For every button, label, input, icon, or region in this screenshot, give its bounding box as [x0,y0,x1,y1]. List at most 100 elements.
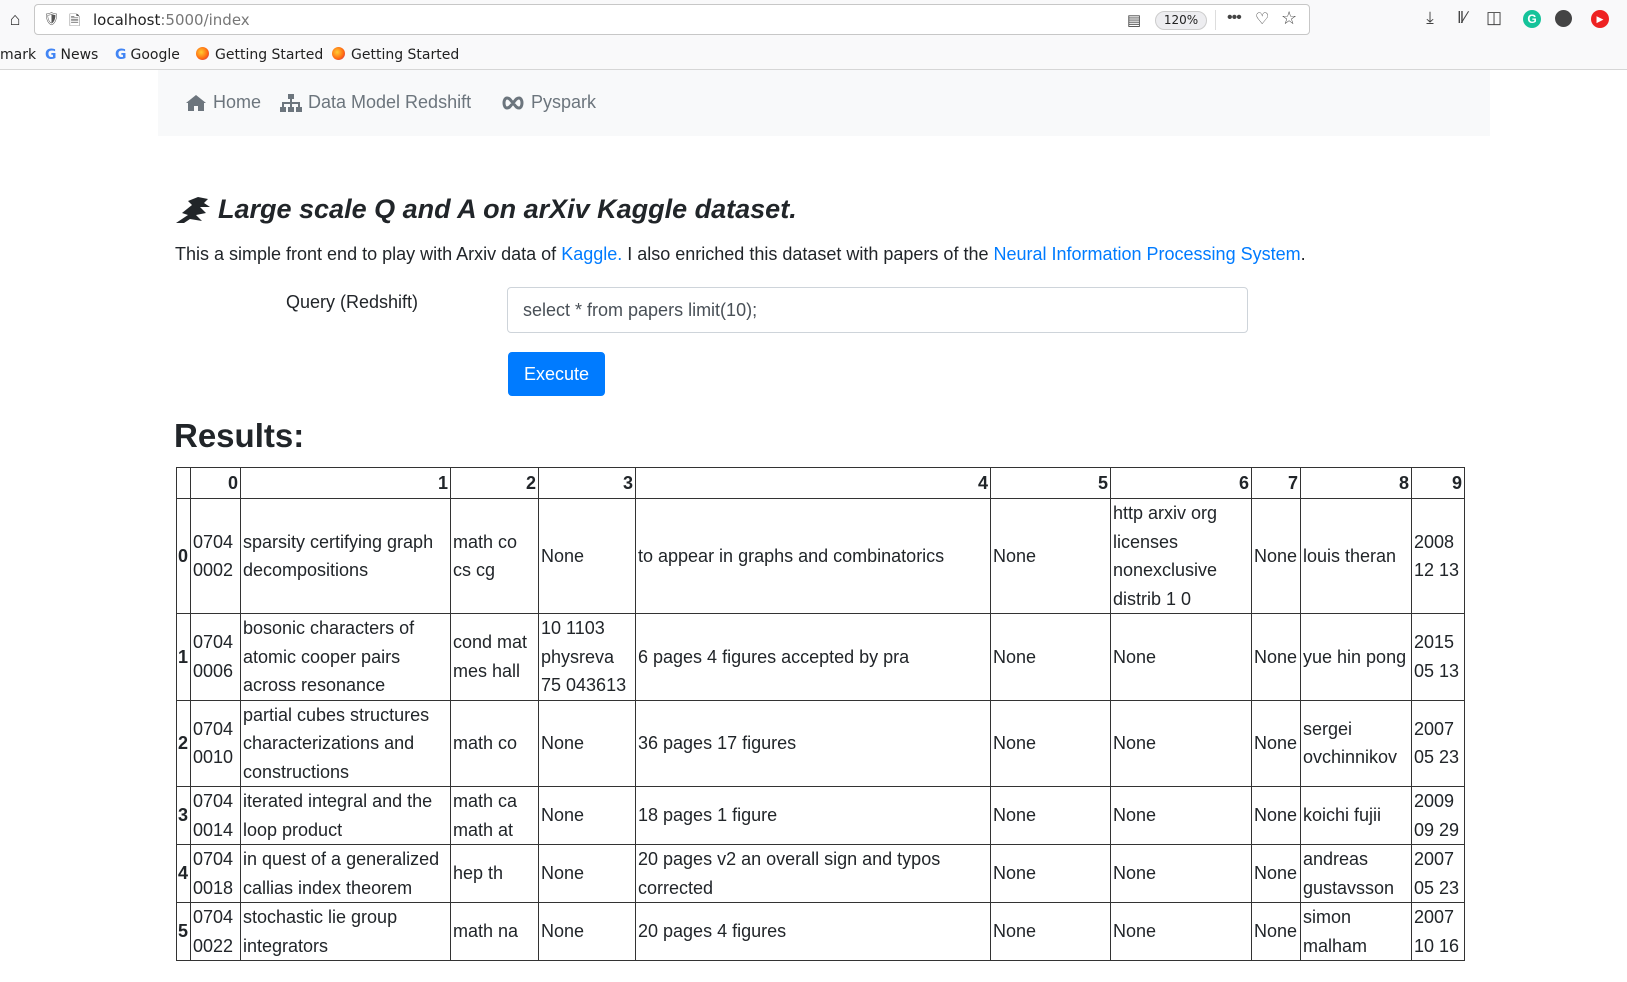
table-cell: 2008 12 13 [1411,498,1465,614]
row-index: 4 [176,844,191,903]
column-header: 6 [1110,467,1252,499]
table-cell: None [990,699,1111,787]
shield-icon[interactable]: 🛡 [43,11,60,27]
table-cell: sparsity certifying graph decompositions [240,498,451,614]
table-cell: 18 pages 1 figure [635,786,991,845]
table-cell: sergei ovchinnikov [1300,699,1412,787]
home-icon[interactable]: ⌂ [4,8,26,30]
table-cell: None [1251,786,1301,845]
library-icon[interactable]: ‖∕ [1451,8,1473,28]
table-cell: None [1110,844,1252,903]
more-actions-icon[interactable]: ••• [1227,9,1242,27]
table-cell: 10 1103 physreva 75 043613 [538,613,636,701]
table-cell: None [1251,902,1301,961]
grammarly-icon[interactable]: G [1523,10,1541,28]
row-index: 3 [176,786,191,845]
bookmark-item[interactable]: G Google [115,47,180,63]
table-cell: None [990,786,1111,845]
divider [1215,10,1216,30]
query-label: Query (Redshift) [286,292,419,312]
bookmark-item[interactable]: Getting Started [196,47,323,63]
table-cell: None [990,498,1111,614]
column-header: 4 [635,467,991,499]
table-cell: 6 pages 4 figures accepted by pra [635,613,991,701]
intro-part: This a simple front end to play with Arx… [175,244,562,264]
bookmark-item[interactable]: mark [0,47,36,63]
table-row: 1 0704 0006 bosonic characters of atomic… [176,613,1465,701]
table-cell: 0704 0018 [190,844,241,903]
results-title: Results: [174,417,305,454]
home-icon [186,94,206,111]
bookmark-item[interactable]: G News [45,47,98,63]
table-cell: 0704 0010 [190,699,241,787]
zoom-badge[interactable]: 120% [1155,11,1207,30]
firefox-icon [196,47,209,60]
browser-toolbar: ⌂ 🛡 🗎 localhost:5000/index ▤ 120% ••• ♡ … [0,0,1627,40]
page-icon: 🗎 [69,12,81,28]
table-cell: math ca math at [450,786,539,845]
bookmarks-toolbar: mark G News G Google Getting Started Getti… [0,40,1627,70]
column-header: 7 [1251,467,1301,499]
table-cell: partial cubes structures characterizatio… [240,699,451,787]
bookmark-item[interactable]: Getting Started [332,47,459,63]
table-row: 3 0704 0014 iterated integral and the lo… [176,786,1465,845]
table-cell: None [1110,613,1252,701]
pocket-icon[interactable]: ♡ [1255,9,1269,29]
row-index: 2 [176,699,191,787]
column-header: 5 [990,467,1111,499]
nav-pyspark[interactable]: Pyspark [501,92,596,113]
table-cell: bosonic characters of atomic cooper pair… [240,613,451,701]
google-icon: G [45,47,57,63]
header-row: 0 1 2 3 4 5 6 7 8 9 [176,467,1465,499]
execute-button[interactable]: Execute [508,352,605,396]
table-cell: None [1251,699,1301,787]
intro-part: I also enriched this dataset with papers… [622,244,994,264]
table-cell: None [1251,498,1301,614]
table-cell: None [1110,786,1252,845]
nav-pyspark-label: Pyspark [531,92,597,112]
navbar: Home Data Model Redshift Pyspark [158,70,1490,136]
nav-data-model[interactable]: Data Model Redshift [280,92,471,113]
table-cell: yue hin pong [1300,613,1412,701]
infinity-icon [502,95,524,110]
neurips-link[interactable]: Neural Information Processing System [993,244,1300,264]
table-cell: None [1251,844,1301,903]
kaggle-link[interactable]: Kaggle. [561,244,622,264]
row-index: 0 [176,498,191,614]
table-cell: 0704 0014 [190,786,241,845]
url-text[interactable]: localhost:5000/index [93,11,250,29]
table-cell: 20 pages v2 an overall sign and typos co… [635,844,991,903]
table-cell: None [538,844,636,903]
dragon-icon [176,196,210,223]
download-icon[interactable]: ⤓ [1419,8,1441,28]
column-header: 1 [240,467,451,499]
table-cell: 36 pages 17 figures [635,699,991,787]
url-bar[interactable]: 🛡 🗎 localhost:5000/index ▤ 120% ••• ♡ ☆ [34,4,1310,35]
column-header: 2 [450,467,539,499]
nav-data-model-label: Data Model Redshift [308,92,472,112]
nav-home[interactable]: Home [185,92,261,113]
index-header [176,467,191,499]
table-cell: None [538,498,636,614]
query-input[interactable]: select * from papers limit(10); [507,287,1248,333]
results-table: 0 1 2 3 4 5 6 7 8 9 0 0704 0002 sparsity… [176,467,1465,961]
table-cell: None [1110,902,1252,961]
table-row: 0 0704 0002 sparsity certifying graph de… [176,498,1465,614]
sidebar-icon[interactable]: ◫ [1483,8,1505,28]
bookmark-star-icon[interactable]: ☆ [1281,8,1297,29]
account-icon[interactable] [1555,10,1572,27]
column-header: 9 [1411,467,1465,499]
table-cell: 20 pages 4 figures [635,902,991,961]
table-row: 4 0704 0018 in quest of a generalized ca… [176,844,1465,903]
table-cell: None [1110,699,1252,787]
table-cell: stochastic lie group integrators [240,902,451,961]
table-cell: math na [450,902,539,961]
intro-part: . [1300,244,1306,264]
table-cell: math co cs cg [450,498,539,614]
reader-view-icon[interactable]: ▤ [1127,11,1141,29]
table-cell: None [538,902,636,961]
extension-icon[interactable]: ▶ [1591,10,1609,28]
table-cell: http arxiv org licenses nonexclusive dis… [1110,498,1252,614]
table-cell: 2007 10 16 [1411,902,1465,961]
table-cell: cond mat mes hall [450,613,539,701]
